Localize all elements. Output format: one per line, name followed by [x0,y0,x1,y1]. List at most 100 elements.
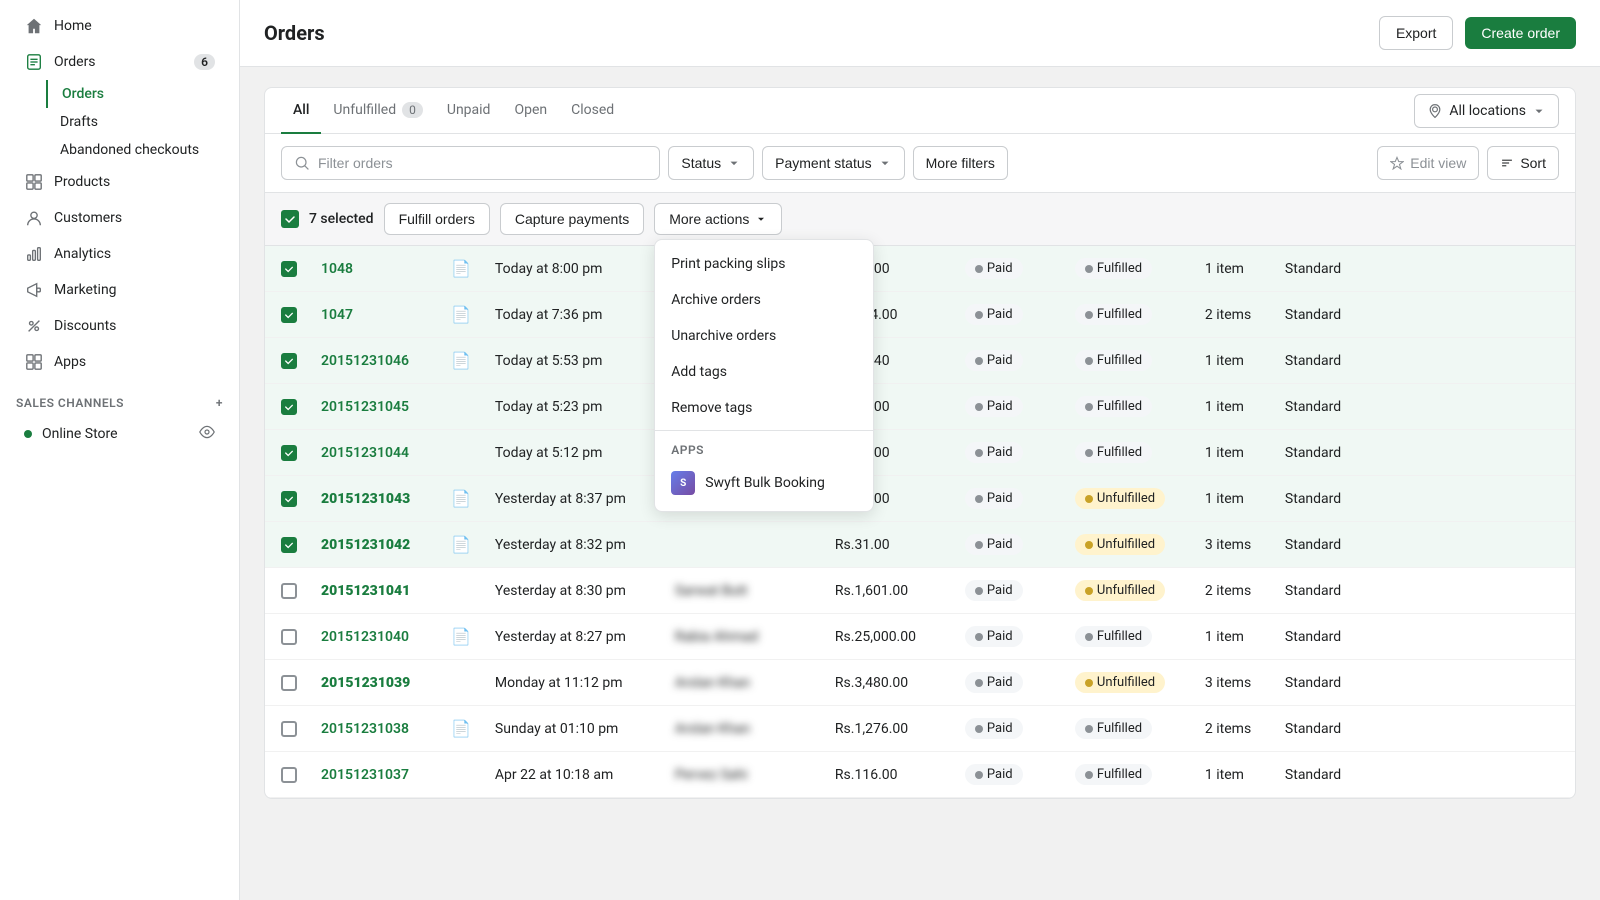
order-number[interactable]: 1047 [321,307,353,323]
more-filters-btn[interactable]: More filters [913,146,1008,180]
order-date: Yesterday at 8:37 pm [483,476,663,522]
sidebar-marketing-label: Marketing [54,282,117,298]
sidebar-item-orders-sub[interactable]: Orders [46,80,231,108]
tab-open[interactable]: Open [502,88,559,134]
sidebar-item-analytics[interactable]: Analytics [8,236,231,272]
order-date: Today at 5:23 pm [483,384,663,430]
sort-icon [1500,156,1514,170]
orders-card: All Unfulfilled 0 Unpaid Open Closed [264,87,1576,799]
row-checkbox[interactable] [281,353,297,369]
sidebar-drafts-label: Drafts [60,114,98,130]
fulfill-orders-btn[interactable]: Fulfill orders [384,203,490,235]
sidebar-item-orders[interactable]: Orders 6 [8,44,231,80]
table-row[interactable]: 1048 📄 Today at 8:00 pm Rs.52.00 Paid Fu… [265,246,1575,292]
sort-btn[interactable]: Sort [1487,146,1559,180]
customer-name: Sarwat Butt [675,583,748,599]
sidebar-item-discounts[interactable]: Discounts [8,308,231,344]
sidebar-item-marketing[interactable]: Marketing [8,272,231,308]
dropdown-archive-orders[interactable]: Archive orders [655,282,873,318]
edit-view-btn[interactable]: Edit view [1377,146,1479,180]
row-checkbox[interactable] [281,767,297,783]
order-number[interactable]: 20151231039 [321,675,410,691]
sidebar-item-apps[interactable]: Apps [8,344,231,380]
dropdown-swyft[interactable]: S Swyft Bulk Booking [655,461,873,505]
order-number[interactable]: 20151231037 [321,767,409,783]
tab-closed[interactable]: Closed [559,88,626,134]
order-number[interactable]: 20151231038 [321,721,409,737]
row-checkbox[interactable] [281,675,297,691]
table-row[interactable]: 20151231040 📄 Yesterday at 8:27 pm Rabia… [265,614,1575,660]
table-row[interactable]: 20151231043 📄 Yesterday at 8:37 pm Rs.16… [265,476,1575,522]
row-checkbox[interactable] [281,399,297,415]
order-number[interactable]: 1048 [321,261,353,277]
order-number[interactable]: 20151231041 [321,583,410,599]
products-icon [24,172,44,192]
star-icon [1390,156,1404,170]
sidebar: Home Orders 6 Orders Drafts Abandoned ch… [0,0,240,900]
table-row[interactable]: 20151231039 Monday at 11:12 pm Arslan Kh… [265,660,1575,706]
order-number[interactable]: 20151231040 [321,629,409,645]
payment-badge: Paid [965,442,1023,463]
order-date: Today at 5:12 pm [483,430,663,476]
row-checkbox[interactable] [281,583,297,599]
table-row[interactable]: 20151231041 Yesterday at 8:30 pm Sarwat … [265,568,1575,614]
items-count: 1 item [1193,614,1273,660]
sidebar-item-home[interactable]: Home [8,8,231,44]
eye-icon[interactable] [199,424,215,444]
more-actions-dropdown: Print packing slips Archive orders Unarc… [654,239,874,512]
sidebar-item-online-store[interactable]: Online Store [8,418,231,450]
row-checkbox[interactable] [281,261,297,277]
export-button[interactable]: Export [1379,16,1453,50]
tab-unfulfilled[interactable]: Unfulfilled 0 [321,88,434,134]
search-box[interactable] [281,146,660,180]
filters-row: Status Payment status More filters Edit … [265,134,1575,193]
sidebar-item-drafts[interactable]: Drafts [44,108,231,136]
location-icon [1427,103,1443,119]
table-row[interactable]: 20151231042 📄 Yesterday at 8:32 pm Rs.31… [265,522,1575,568]
tab-unpaid[interactable]: Unpaid [435,88,503,134]
sales-channels-header: SALES CHANNELS + [0,388,239,418]
order-number[interactable]: 20151231044 [321,445,409,461]
table-row[interactable]: 20151231046 📄 Today at 5:53 pm Rs.26.40 … [265,338,1575,384]
table-row[interactable]: 20151231044 Today at 5:12 pm Rs.50.00 Pa… [265,430,1575,476]
dropdown-remove-tags[interactable]: Remove tags [655,390,873,426]
location-filter[interactable]: All locations [1414,94,1559,128]
delivery-method: Standard [1273,522,1575,568]
sidebar-home-label: Home [54,18,92,34]
tab-all[interactable]: All [281,88,321,134]
status-filter-btn[interactable]: Status [668,146,754,180]
order-number[interactable]: 20151231043 [321,491,410,507]
order-date: Apr 22 at 10:18 am [483,752,663,798]
row-checkbox[interactable] [281,445,297,461]
table-row[interactable]: 20151231045 Today at 5:23 pm Rs.50.00 Pa… [265,384,1575,430]
sidebar-item-customers[interactable]: Customers [8,200,231,236]
search-input[interactable] [318,155,647,171]
table-row[interactable]: 1047 📄 Today at 7:36 pm Rs.654.00 Paid F… [265,292,1575,338]
order-number[interactable]: 20151231042 [321,537,410,553]
table-row[interactable]: 20151231037 Apr 22 at 10:18 am Pervez Sa… [265,752,1575,798]
order-number[interactable]: 20151231045 [321,399,409,415]
add-sales-channel-btn[interactable]: + [216,396,223,410]
row-checkbox[interactable] [281,629,297,645]
selected-count: 7 selected [309,211,374,227]
dropdown-print-packing-slips[interactable]: Print packing slips [655,246,873,282]
capture-payments-btn[interactable]: Capture payments [500,203,644,235]
sidebar-item-products[interactable]: Products [8,164,231,200]
select-all-checkbox[interactable] [281,210,299,228]
row-checkbox[interactable] [281,537,297,553]
create-order-button[interactable]: Create order [1465,17,1576,49]
order-number[interactable]: 20151231046 [321,353,409,369]
payment-status-filter-btn[interactable]: Payment status [762,146,905,180]
more-actions-btn[interactable]: More actions [654,203,782,235]
dropdown-unarchive-orders[interactable]: Unarchive orders [655,318,873,354]
row-checkbox[interactable] [281,307,297,323]
payment-badge: Paid [965,258,1023,279]
delivery-method: Standard [1273,292,1575,338]
sidebar-item-abandoned[interactable]: Abandoned checkouts [44,136,231,164]
sidebar-discounts-label: Discounts [54,318,116,334]
dropdown-add-tags[interactable]: Add tags [655,354,873,390]
fulfillment-badge: Fulfilled [1075,718,1152,739]
row-checkbox[interactable] [281,491,297,507]
row-checkbox[interactable] [281,721,297,737]
table-row[interactable]: 20151231038 📄 Sunday at 01:10 pm Arslan … [265,706,1575,752]
